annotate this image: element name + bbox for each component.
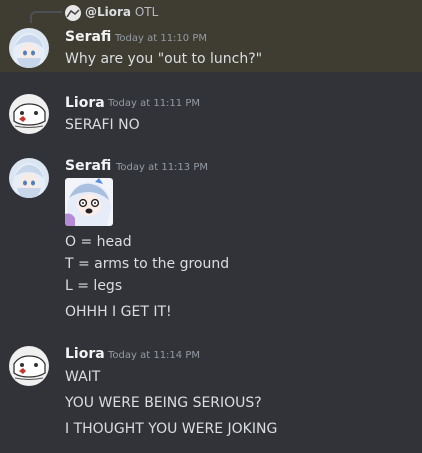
avatar[interactable] xyxy=(9,28,49,68)
message-serafi-2: Serafi Today at 11:13 PM O = head T = ar… xyxy=(0,152,422,337)
message-liora-2: Liora Today at 11:14 PM WAIT YOU WERE BE… xyxy=(0,337,422,453)
message-text: L = legs xyxy=(65,278,123,294)
reply-content: OTL xyxy=(134,5,159,19)
avatar[interactable] xyxy=(9,94,49,134)
timestamp: Today at 11:14 PM xyxy=(108,350,200,361)
reply-connector xyxy=(30,11,62,23)
message-text: O = head xyxy=(65,234,132,250)
message-serafi-reply: @Liora OTL Serafi Today at 11:10 PM Why … xyxy=(0,0,422,72)
message-text: WAIT xyxy=(65,369,101,385)
message-text: OHHH I GET IT! xyxy=(65,304,172,320)
avatar[interactable] xyxy=(9,158,49,198)
author-name[interactable]: Liora xyxy=(65,346,105,362)
avatar[interactable] xyxy=(9,346,49,386)
timestamp: Today at 11:11 PM xyxy=(108,98,200,109)
timestamp: Today at 11:13 PM xyxy=(116,162,208,173)
message-text: Why are you "out to lunch?" xyxy=(65,51,263,67)
author-name[interactable]: Serafi xyxy=(65,158,111,174)
message-text: I THOUGHT YOU WERE JOKING xyxy=(65,421,278,437)
reply-avatar[interactable] xyxy=(65,5,81,21)
message-text: YOU WERE BEING SERIOUS? xyxy=(65,395,262,411)
reply-preview[interactable]: @Liora OTL xyxy=(85,5,158,19)
reply-author[interactable]: @Liora xyxy=(85,5,131,19)
shocked-face-emote[interactable] xyxy=(65,178,113,226)
author-name[interactable]: Serafi xyxy=(65,29,111,45)
author-name[interactable]: Liora xyxy=(65,95,105,111)
message-text: SERAFI NO xyxy=(65,117,140,133)
message-liora-1: Liora Today at 11:11 PM SERAFI NO xyxy=(0,72,422,152)
timestamp: Today at 11:10 PM xyxy=(115,33,207,44)
message-text: T = arms to the ground xyxy=(65,256,230,272)
